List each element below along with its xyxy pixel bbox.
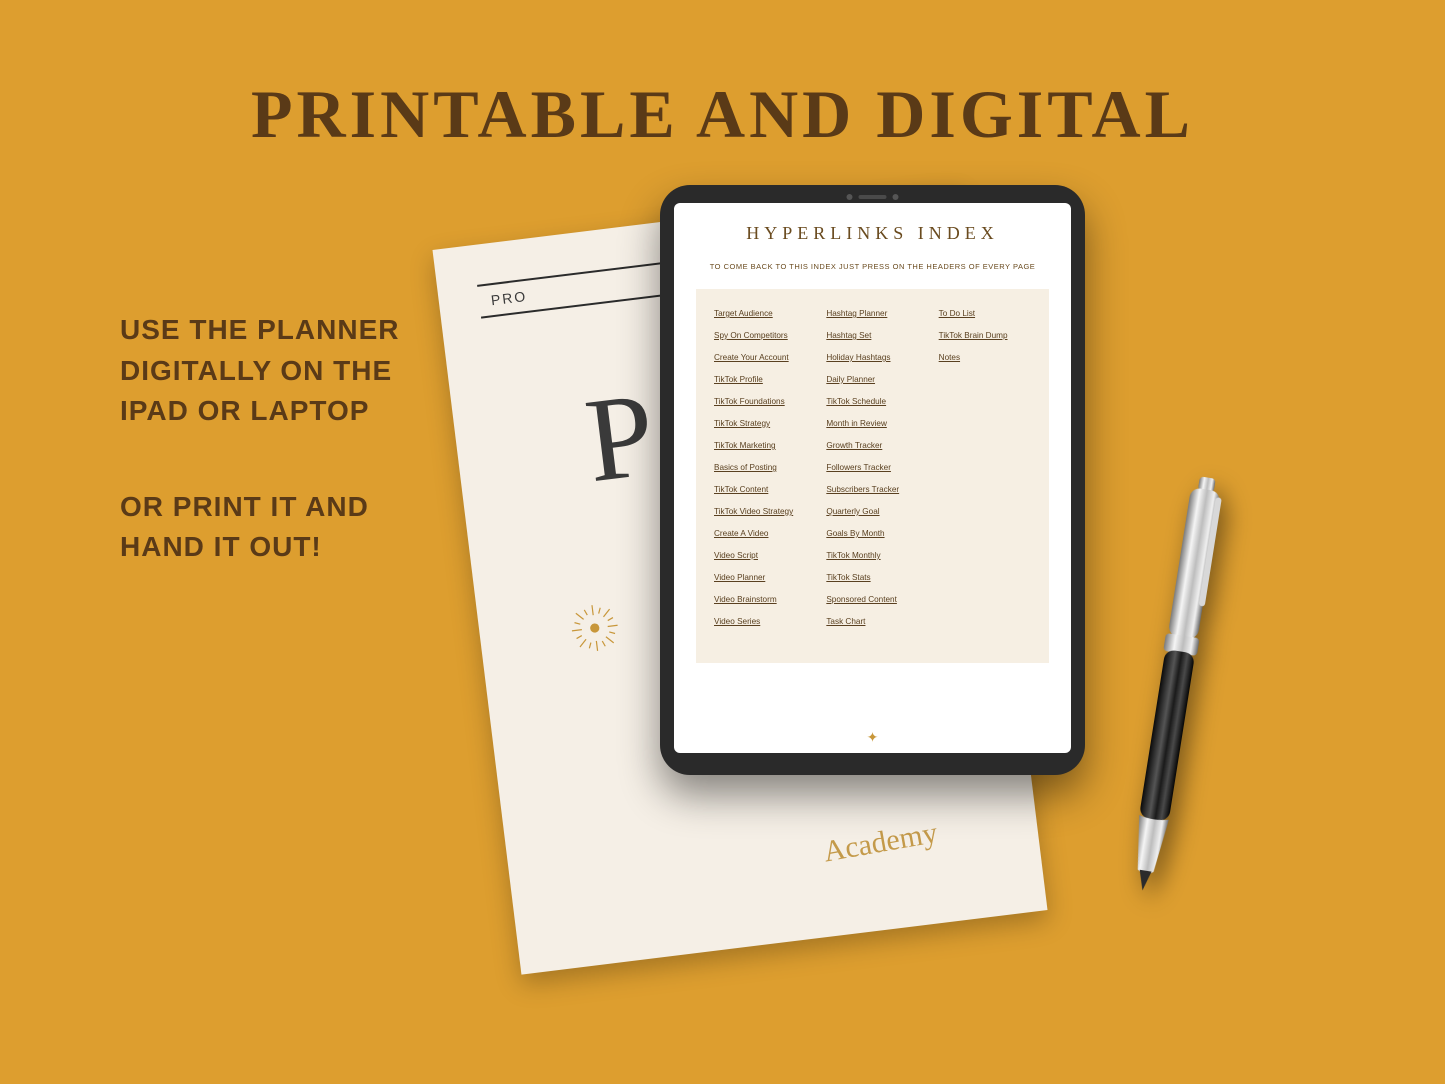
index-link[interactable]: Spy On Competitors xyxy=(714,331,806,340)
index-link[interactable]: TikTok Strategy xyxy=(714,419,806,428)
copy-paragraph-2: OR PRINT IT AND HAND IT OUT! xyxy=(120,487,440,568)
index-link[interactable]: Daily Planner xyxy=(826,375,918,384)
index-link[interactable]: Quarterly Goal xyxy=(826,507,918,516)
index-link[interactable]: Video Planner xyxy=(714,573,806,582)
index-link[interactable]: TikTok Schedule xyxy=(826,397,918,406)
index-link[interactable]: Video Script xyxy=(714,551,806,560)
index-link[interactable]: Holiday Hashtags xyxy=(826,353,918,362)
index-link[interactable]: Growth Tracker xyxy=(826,441,918,450)
index-link[interactable]: Goals By Month xyxy=(826,529,918,538)
index-link[interactable]: Hashtag Set xyxy=(826,331,918,340)
index-link[interactable]: Create A Video xyxy=(714,529,806,538)
index-link[interactable]: TikTok Profile xyxy=(714,375,806,384)
paper-big-letter: P xyxy=(579,365,662,510)
index-link[interactable]: Video Brainstorm xyxy=(714,595,806,604)
tablet-screen: HYPERLINKS INDEX TO COME BACK TO THIS IN… xyxy=(674,203,1071,753)
index-link[interactable]: Subscribers Tracker xyxy=(826,485,918,494)
index-column-2: Hashtag Planner Hashtag Set Holiday Hashta… xyxy=(826,309,918,639)
paper-script-signature: Academy xyxy=(821,816,940,869)
paper-header-text-partial: PRO xyxy=(490,288,528,308)
index-link[interactable]: Task Chart xyxy=(826,617,918,626)
index-link[interactable]: To Do List xyxy=(939,309,1031,318)
index-link[interactable]: Create Your Account xyxy=(714,353,806,362)
index-link[interactable]: Notes xyxy=(939,353,1031,362)
index-link[interactable]: Video Series xyxy=(714,617,806,626)
tablet-mockup: HYPERLINKS INDEX TO COME BACK TO THIS IN… xyxy=(660,185,1085,775)
promo-slide: PRINTABLE AND DIGITAL USE THE PLANNER DI… xyxy=(0,0,1445,1084)
copy-paragraph-1: USE THE PLANNER DIGITALLY ON THE IPAD OR… xyxy=(120,310,440,432)
hyperlinks-index-box: Target Audience Spy On Competitors Create … xyxy=(696,289,1049,663)
index-link[interactable]: Basics of Posting xyxy=(714,463,806,472)
index-link[interactable]: TikTok Brain Dump xyxy=(939,331,1031,340)
index-link[interactable]: TikTok Marketing xyxy=(714,441,806,450)
headline: PRINTABLE AND DIGITAL xyxy=(0,75,1445,154)
sunburst-icon xyxy=(567,600,623,656)
tablet-camera-icon xyxy=(845,193,900,200)
pen-graphic xyxy=(1113,473,1238,897)
index-link[interactable]: TikTok Monthly xyxy=(826,551,918,560)
index-link[interactable]: TikTok Stats xyxy=(826,573,918,582)
index-title: HYPERLINKS INDEX xyxy=(696,223,1049,244)
index-link[interactable]: TikTok Video Strategy xyxy=(714,507,806,516)
index-link[interactable]: Target Audience xyxy=(714,309,806,318)
index-subtitle: TO COME BACK TO THIS INDEX JUST PRESS ON… xyxy=(696,262,1049,271)
left-copy: USE THE PLANNER DIGITALLY ON THE IPAD OR… xyxy=(120,310,440,568)
index-link[interactable]: TikTok Foundations xyxy=(714,397,806,406)
index-link[interactable]: Hashtag Planner xyxy=(826,309,918,318)
index-link[interactable]: Month in Review xyxy=(826,419,918,428)
index-column-1: Target Audience Spy On Competitors Create … xyxy=(714,309,806,639)
index-link[interactable]: TikTok Content xyxy=(714,485,806,494)
index-column-3: To Do List TikTok Brain Dump Notes xyxy=(939,309,1031,639)
index-link[interactable]: Sponsored Content xyxy=(826,595,918,604)
index-link[interactable]: Followers Tracker xyxy=(826,463,918,472)
page-star-icon: ✦ xyxy=(867,730,879,747)
